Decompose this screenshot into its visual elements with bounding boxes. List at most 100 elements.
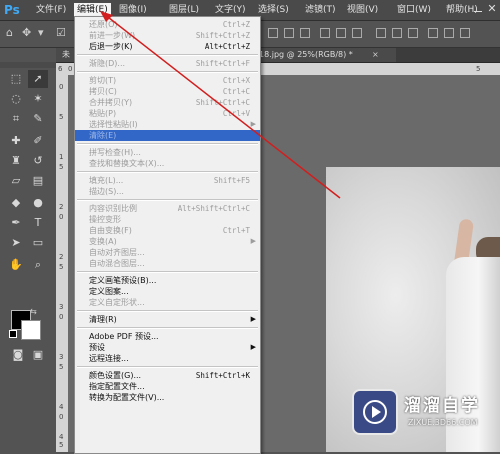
path-selection-tool-icon[interactable]: ➤ — [6, 234, 26, 252]
align-bottom-icon[interactable] — [300, 28, 310, 38]
ruler-label: 1 — [59, 153, 64, 161]
move-tool-icon[interactable]: ➚ — [28, 70, 48, 88]
clone-stamp-tool-icon[interactable]: ♜ — [6, 152, 26, 170]
edit-menu-item[interactable]: 内容识别比例 Alt+Shift+Ctrl+C — [75, 203, 260, 214]
home-icon[interactable]: ⌂ — [6, 27, 13, 39]
edit-menu-item[interactable]: Adobe PDF 预设... — [75, 331, 260, 342]
ruler-label: 6 — [58, 65, 63, 73]
menu-item-shortcut: Alt+Shift+Ctrl+C — [177, 204, 250, 213]
distribute-center-icon[interactable] — [444, 28, 454, 38]
edit-menu-item[interactable]: 拷贝(C) Ctrl+C — [75, 86, 260, 97]
edit-menu-item[interactable]: 渐隐(D)... Shift+Ctrl+F — [75, 58, 260, 69]
menu-window[interactable]: 窗口(W) — [394, 3, 434, 17]
menu-edit[interactable]: 编辑(E) — [74, 3, 111, 17]
crop-tool-icon[interactable]: ⌗ — [6, 110, 26, 128]
pen-tool-icon[interactable]: ✒ — [6, 214, 26, 232]
edit-menu-item[interactable]: 剪切(T) Ctrl+X — [75, 75, 260, 86]
eyedropper-tool-icon[interactable]: ✎ — [28, 110, 48, 128]
edit-menu-item[interactable]: 自动混合图层... — [75, 258, 260, 269]
ruler-label: 5 — [59, 363, 64, 371]
distribute-right-icon[interactable] — [460, 28, 470, 38]
edit-menu-item[interactable]: 变换(A) ▶ — [75, 236, 260, 247]
edit-menu-item[interactable]: 定义画笔预设(B)... — [75, 275, 260, 286]
menu-view[interactable]: 视图(V) — [344, 3, 381, 17]
edit-menu-item[interactable]: 远程连接... — [75, 353, 260, 364]
zoom-tool-icon[interactable]: ⌕ — [28, 256, 48, 274]
edit-menu-item[interactable]: 还原(O) Ctrl+Z — [75, 19, 260, 30]
menu-select[interactable]: 选择(S) — [255, 3, 292, 17]
menu-item-label: 清理(R) — [89, 315, 117, 324]
shape-tool-icon[interactable]: ▭ — [28, 234, 48, 252]
brush-tool-icon[interactable]: ✐ — [28, 132, 48, 150]
screen-mode-icon[interactable]: ▣ — [28, 346, 48, 364]
type-tool-icon[interactable]: T — [28, 214, 48, 232]
submenu-arrow-icon: ▶ — [250, 120, 256, 128]
eraser-tool-icon[interactable]: ▱ — [6, 172, 26, 190]
edit-menu-item[interactable]: 清除(E) — [75, 130, 260, 141]
distribute-bottom-icon[interactable] — [408, 28, 418, 38]
edit-menu-item[interactable]: 预设 ▶ — [75, 342, 260, 353]
auto-select-checkbox[interactable]: ☑ — [56, 27, 66, 39]
quick-mask-mode-icon[interactable]: ◙ — [8, 346, 28, 364]
dodge-tool-icon[interactable]: ● — [28, 194, 48, 212]
align-top-icon[interactable] — [268, 28, 278, 38]
edit-menu-item[interactable]: 查找和替换文本(X)... — [75, 158, 260, 169]
hand-tool-icon[interactable]: ✋ — [6, 256, 26, 274]
tab-close-icon[interactable]: × — [372, 48, 379, 62]
watermark-url: ZIXUE.3D66.COM — [408, 418, 478, 427]
edit-menu-item[interactable]: 定义图案... — [75, 286, 260, 297]
menu-file[interactable]: 文件(F) — [33, 3, 69, 17]
edit-menu-item[interactable]: 自动对齐图层... — [75, 247, 260, 258]
healing-brush-tool-icon[interactable]: ✚ — [6, 132, 26, 150]
move-tool-preset-icon[interactable]: ✥ — [22, 27, 31, 39]
blur-tool-icon[interactable]: ◆ — [6, 194, 26, 212]
menu-image[interactable]: 图像(I) — [116, 3, 150, 17]
edit-menu-item[interactable]: 前进一步(W) Shift+Ctrl+Z — [75, 30, 260, 41]
edit-menu-item[interactable]: 粘贴(P) Ctrl+V — [75, 108, 260, 119]
menu-type[interactable]: 文字(Y) — [212, 3, 249, 17]
minimize-icon[interactable] — [474, 4, 482, 14]
edit-menu-item[interactable]: 自由变换(F) Ctrl+T — [75, 225, 260, 236]
edit-menu-item[interactable]: 操控变形 — [75, 214, 260, 225]
menu-item-label: 自动混合图层... — [89, 259, 145, 268]
edit-menu-item[interactable]: 后退一步(K) Alt+Ctrl+Z — [75, 41, 260, 52]
ruler-label: 5 — [59, 163, 64, 171]
menu-separator — [77, 199, 258, 201]
align-middle-icon[interactable] — [284, 28, 294, 38]
menu-item-label: 操控变形 — [89, 215, 121, 224]
edit-menu-item[interactable]: 转换为配置文件(V)... — [75, 392, 260, 403]
edit-menu-item[interactable]: 颜色设置(G)... Shift+Ctrl+K — [75, 370, 260, 381]
edit-menu-item[interactable]: 指定配置文件... — [75, 381, 260, 392]
edit-menu-item[interactable]: 清理(R) ▶ — [75, 314, 260, 325]
panel-grip[interactable] — [0, 62, 56, 68]
menu-item-label: 前进一步(W) — [89, 31, 136, 40]
align-center-icon[interactable] — [336, 28, 346, 38]
edit-menu-item[interactable]: 描边(S)... — [75, 186, 260, 197]
edit-menu-item[interactable]: 拼写检查(H)... — [75, 147, 260, 158]
edit-menu-item[interactable]: 选择性粘贴(I) ▶ — [75, 119, 260, 130]
close-window-icon[interactable]: ✕ — [487, 2, 497, 16]
menu-filter[interactable]: 滤镜(T) — [302, 3, 339, 17]
edit-menu-item[interactable]: 合并拷贝(Y) Shift+Ctrl+C — [75, 97, 260, 108]
menu-layer[interactable]: 图层(L) — [166, 3, 202, 17]
menu-item-shortcut: Alt+Ctrl+Z — [204, 42, 250, 51]
chevron-down-icon[interactable]: ▾ — [38, 27, 44, 39]
align-left-icon[interactable] — [320, 28, 330, 38]
ruler-label: 5 — [59, 441, 64, 449]
magic-wand-tool-icon[interactable]: ✶ — [28, 90, 48, 108]
edit-menu-item[interactable]: 定义自定形状... — [75, 297, 260, 308]
ruler-label: 5 — [476, 65, 481, 73]
menu-item-shortcut: Shift+Ctrl+K — [195, 371, 250, 380]
edit-menu-item[interactable]: 填充(L)... Shift+F5 — [75, 175, 260, 186]
distribute-left-icon[interactable] — [428, 28, 438, 38]
distribute-middle-icon[interactable] — [392, 28, 402, 38]
distribute-top-icon[interactable] — [376, 28, 386, 38]
align-right-icon[interactable] — [352, 28, 362, 38]
marquee-tool-icon[interactable]: ⬚ — [6, 70, 26, 88]
history-brush-tool-icon[interactable]: ↺ — [28, 152, 48, 170]
lasso-tool-icon[interactable]: ◌ — [6, 90, 26, 108]
menu-item-shortcut: Shift+Ctrl+C — [195, 98, 250, 107]
gradient-tool-icon[interactable]: ▤ — [28, 172, 48, 190]
quick-mask-icon[interactable] — [6, 314, 26, 332]
swap-colors-icon[interactable]: ⇆ — [30, 307, 37, 316]
